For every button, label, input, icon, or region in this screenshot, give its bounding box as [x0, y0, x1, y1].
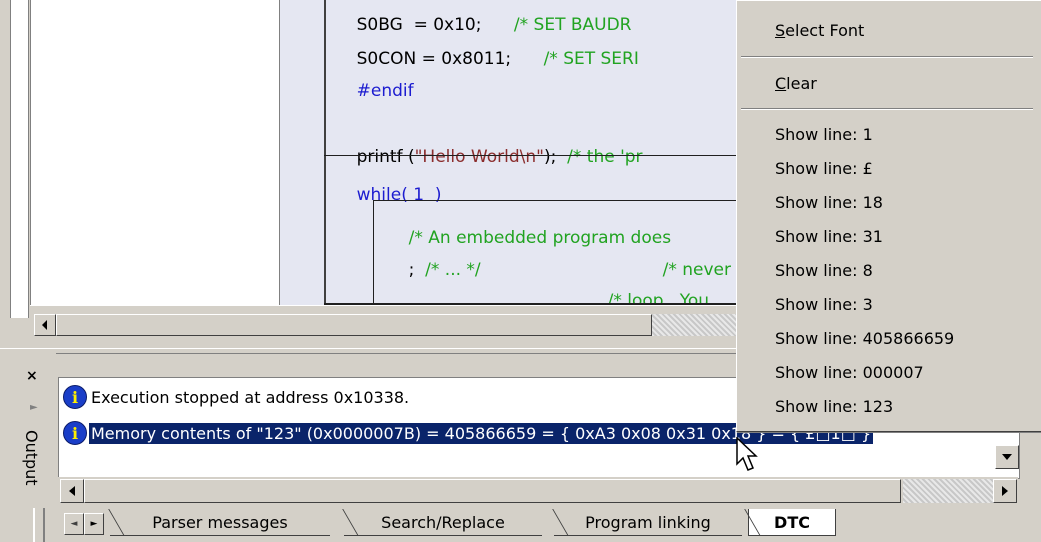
arrow-left-icon [69, 486, 75, 496]
scroll-right-button[interactable] [993, 479, 1017, 503]
output-tab-bar: ◄ ► Parser messages Search/Replace Progr… [58, 509, 1018, 539]
menu-item-clear[interactable]: Clear [775, 74, 817, 93]
arrow-right-icon [1002, 486, 1008, 496]
tab-scroll-left-button[interactable]: ◄ [64, 513, 84, 535]
tab-dtc[interactable]: DTC [748, 509, 836, 536]
menu-item-show-line[interactable]: Show line: 18 [775, 193, 883, 212]
menu-item-show-line[interactable]: Show line: 000007 [775, 363, 924, 382]
tab-program-linking[interactable]: Program linking [554, 509, 742, 536]
tab-parser-messages[interactable]: Parser messages [110, 509, 330, 536]
menu-item-show-line[interactable]: Show line: 123 [775, 397, 893, 416]
scroll-thumb[interactable] [56, 314, 652, 336]
arrow-left-icon [42, 320, 47, 330]
code-line-semicolon: ; /* ... */ [408, 260, 481, 280]
scroll-track[interactable] [903, 479, 993, 503]
code-line-3: #endif [356, 81, 414, 101]
scroll-track[interactable] [652, 314, 742, 336]
scroll-thumb[interactable] [84, 479, 901, 503]
menu-separator [741, 108, 1033, 110]
menu-separator [741, 56, 1033, 58]
output-horizontal-scrollbar[interactable] [58, 477, 1018, 509]
editor-horizontal-scrollbar[interactable] [30, 305, 742, 342]
close-icon[interactable]: × [26, 368, 38, 384]
menu-item-show-line[interactable]: Show line: 3 [775, 295, 873, 314]
scroll-left-button[interactable] [34, 314, 56, 336]
menu-item-show-line[interactable]: Show line: 31 [775, 227, 883, 246]
menu-item-show-line[interactable]: Show line: 405866659 [775, 329, 954, 348]
menu-item-show-line[interactable]: Show line: 1 [775, 125, 873, 144]
message-text: Execution stopped at address 0x10338. [91, 387, 410, 407]
info-icon: i [63, 385, 87, 409]
mouse-pointer-icon [736, 437, 758, 471]
list-item[interactable]: i Execution stopped at address 0x10338. [59, 384, 411, 410]
tab-search-replace[interactable]: Search/Replace [344, 509, 542, 536]
pin-arrow-icon[interactable]: ► [30, 402, 38, 413]
tab-scroll-right-button[interactable]: ► [84, 513, 104, 535]
panel-grip[interactable] [33, 508, 45, 542]
context-menu: Select Font Clear Show line: 1 Show line… [736, 0, 1041, 432]
left-pane [0, 0, 30, 350]
scroll-left-button[interactable] [60, 479, 84, 503]
menu-item-show-line[interactable]: Show line: 8 [775, 261, 873, 280]
menu-item-show-line[interactable]: Show line: £ [775, 159, 873, 178]
output-panel-title: Output [22, 430, 41, 486]
menu-item-select-font[interactable]: Select Font [775, 21, 864, 40]
left-pane-view [10, 0, 29, 318]
arrow-down-icon [1002, 454, 1012, 460]
info-icon: i [63, 421, 87, 445]
scroll-down-button[interactable] [995, 445, 1019, 469]
code-line-comment-3: /* loop. You [607, 291, 710, 305]
